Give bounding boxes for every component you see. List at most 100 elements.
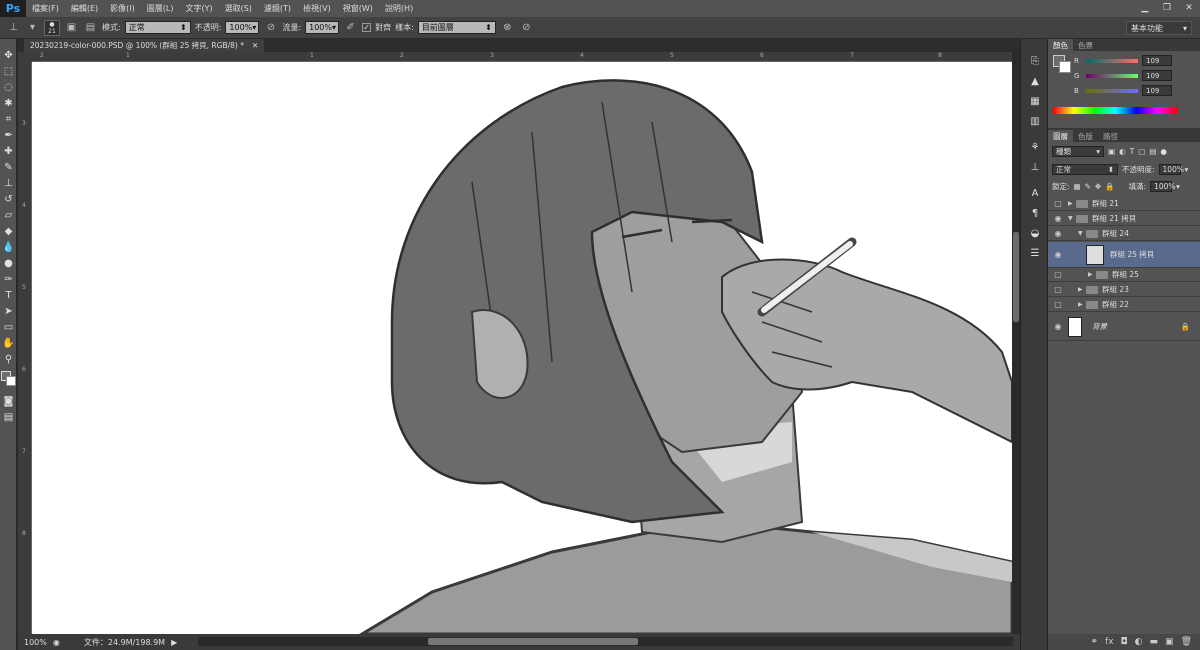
r-slider[interactable]: R 109 bbox=[1074, 55, 1172, 66]
horizontal-scroll-thumb[interactable] bbox=[428, 638, 638, 645]
background-layer-row[interactable]: ◉ 背景 🔒 bbox=[1048, 313, 1200, 341]
expand-arrow-icon[interactable]: ▶ bbox=[1078, 301, 1086, 308]
lock-paint-icon[interactable]: ✎ bbox=[1085, 182, 1091, 191]
clone-source-icon[interactable]: ⊥ bbox=[1021, 157, 1049, 177]
marquee-tool-icon[interactable]: ⬚ bbox=[0, 63, 17, 79]
opacity-field[interactable]: 100% ▾ bbox=[225, 21, 260, 34]
history-brush-tool-icon[interactable]: ↺ bbox=[0, 191, 17, 207]
pen-tool-icon[interactable]: ✑ bbox=[0, 271, 17, 287]
histogram-icon[interactable]: ▲ bbox=[1021, 71, 1049, 91]
layer-row[interactable]: ▢ ▶ 群組 22 bbox=[1048, 298, 1200, 312]
sample-select[interactable]: 目前圖層 ⬍ bbox=[417, 21, 496, 34]
character-icon[interactable]: A bbox=[1021, 183, 1049, 203]
collapse-arrow-icon[interactable]: ▼ bbox=[1078, 230, 1086, 237]
color-background-swatch[interactable] bbox=[1059, 61, 1071, 73]
restore-icon[interactable]: ❐ bbox=[1156, 0, 1178, 15]
tool-presets-icon[interactable]: ◒ bbox=[1021, 223, 1049, 243]
color-spectrum[interactable] bbox=[1053, 107, 1178, 114]
visibility-toggle[interactable]: ▢ bbox=[1048, 300, 1068, 309]
clone-stamp-icon[interactable]: ⊥ bbox=[6, 20, 21, 35]
flow-field[interactable]: 100% ▾ bbox=[305, 21, 340, 34]
menu-window[interactable]: 視窗(W) bbox=[337, 3, 379, 14]
info-icon[interactable]: ◉ bbox=[53, 638, 60, 647]
fx-icon[interactable]: fx bbox=[1105, 637, 1114, 647]
menu-type[interactable]: 文字(Y) bbox=[179, 3, 218, 14]
background-color-swatch[interactable] bbox=[6, 376, 16, 386]
crop-tool-icon[interactable]: ⌗ bbox=[0, 111, 17, 127]
menu-help[interactable]: 說明(H) bbox=[379, 3, 419, 14]
fill-field[interactable]: 100% bbox=[1150, 181, 1176, 192]
collapse-arrow-icon[interactable]: ▼ bbox=[1068, 215, 1076, 222]
dodge-tool-icon[interactable]: ● bbox=[0, 255, 17, 271]
magic-wand-tool-icon[interactable]: ✱ bbox=[0, 95, 17, 111]
tab-swatches[interactable]: 色票 bbox=[1073, 39, 1098, 51]
ignore-adjustment-icon[interactable]: ⊗ bbox=[500, 20, 515, 35]
minimize-icon[interactable]: ▁ bbox=[1134, 0, 1156, 15]
brush-tool-icon[interactable]: ✎ bbox=[0, 159, 17, 175]
vertical-scroll-thumb[interactable] bbox=[1013, 232, 1019, 322]
mode-select[interactable]: 正常 ⬍ bbox=[124, 21, 191, 34]
adjustment-icon[interactable]: ◐ bbox=[1135, 637, 1143, 647]
shape-tool-icon[interactable]: ▭ bbox=[0, 319, 17, 335]
color-swatches[interactable] bbox=[0, 367, 16, 393]
close-icon[interactable]: ✕ bbox=[1178, 0, 1200, 15]
filter-adjust-icon[interactable]: ◐ bbox=[1119, 147, 1126, 156]
filter-image-icon[interactable]: ▣ bbox=[1108, 147, 1115, 156]
tab-paths[interactable]: 路徑 bbox=[1098, 130, 1123, 142]
eye-icon[interactable]: ◉ bbox=[1048, 250, 1068, 259]
brush-preset-picker[interactable]: ● 21 bbox=[44, 19, 60, 36]
menu-filter[interactable]: 濾鏡(T) bbox=[258, 3, 297, 14]
menu-file[interactable]: 檔案(F) bbox=[26, 3, 65, 14]
filter-shape-icon[interactable]: ▢ bbox=[1138, 147, 1145, 156]
eye-icon[interactable]: ◉ bbox=[1048, 229, 1068, 238]
document-tab[interactable]: 20230219-color-000.PSD @ 100% (群組 25 拷貝,… bbox=[24, 39, 265, 52]
vertical-scrollbar[interactable] bbox=[1012, 52, 1020, 634]
layer-row-selected[interactable]: ◉ 群組 25 拷貝 bbox=[1048, 242, 1200, 268]
hand-tool-icon[interactable]: ✋ bbox=[0, 335, 17, 351]
status-menu-arrow-icon[interactable]: ▶ bbox=[171, 638, 177, 647]
layer-row[interactable]: ▢ ▶ 群組 21 bbox=[1048, 197, 1200, 211]
document-canvas[interactable] bbox=[32, 62, 1012, 634]
eye-icon[interactable]: ◉ bbox=[1048, 214, 1068, 223]
filter-type-icon[interactable]: T bbox=[1130, 147, 1135, 156]
path-selection-tool-icon[interactable]: ➤ bbox=[0, 303, 17, 319]
menu-select[interactable]: 選取(S) bbox=[219, 3, 258, 14]
healing-brush-tool-icon[interactable]: ✚ bbox=[0, 143, 17, 159]
expand-arrow-icon[interactable]: ▶ bbox=[1068, 200, 1076, 207]
layer-row[interactable]: ▢ ▶ 群組 25 bbox=[1048, 268, 1200, 282]
properties-icon[interactable]: ▥ bbox=[1021, 111, 1049, 131]
layer-row[interactable]: ▢ ▶ 群組 23 bbox=[1048, 283, 1200, 297]
workspace-select[interactable]: 基本功能 ▾ bbox=[1126, 21, 1192, 35]
move-tool-icon[interactable]: ✥ bbox=[0, 47, 17, 63]
pressure-size-icon[interactable]: ⊘ bbox=[519, 20, 534, 35]
paint-bucket-tool-icon[interactable]: ◆ bbox=[0, 223, 17, 239]
lock-transparent-icon[interactable]: ▦ bbox=[1074, 182, 1081, 191]
expand-arrow-icon[interactable]: ▶ bbox=[1078, 286, 1086, 293]
clone-source-icon[interactable]: ▣ bbox=[64, 20, 79, 35]
blend-mode-select[interactable]: 正常 ⬍ bbox=[1052, 164, 1118, 175]
aligned-checkbox[interactable]: ✓ bbox=[362, 23, 372, 32]
eye-icon[interactable]: ◉ bbox=[1048, 322, 1068, 331]
filter-toggle-icon[interactable]: ● bbox=[1160, 147, 1167, 156]
blur-tool-icon[interactable]: 💧 bbox=[0, 239, 17, 255]
brush-presets-icon[interactable]: ⚘ bbox=[1021, 137, 1049, 157]
pressure-opacity-icon[interactable]: ⊘ bbox=[263, 20, 278, 35]
close-tab-icon[interactable]: ✕ bbox=[252, 41, 258, 50]
visibility-toggle[interactable]: ▢ bbox=[1048, 285, 1068, 294]
tab-color[interactable]: 顏色 bbox=[1048, 39, 1073, 51]
paragraph-icon[interactable]: ¶ bbox=[1021, 203, 1049, 223]
layer-row[interactable]: ◉ ▼ 群組 24 bbox=[1048, 227, 1200, 241]
mask-icon[interactable]: ◘ bbox=[1121, 637, 1128, 647]
expand-arrow-icon[interactable]: ▶ bbox=[1088, 271, 1096, 278]
g-slider[interactable]: G 109 bbox=[1074, 70, 1172, 81]
brush-panel-icon[interactable]: ▤ bbox=[83, 20, 98, 35]
b-slider[interactable]: B 109 bbox=[1074, 85, 1172, 96]
history-icon[interactable]: ⎘ bbox=[1021, 51, 1049, 71]
menu-edit[interactable]: 編輯(E) bbox=[65, 3, 104, 14]
tab-channels[interactable]: 色版 bbox=[1073, 130, 1098, 142]
zoom-level[interactable]: 100% bbox=[24, 638, 47, 647]
layer-opacity-field[interactable]: 100% bbox=[1158, 164, 1184, 175]
visibility-toggle[interactable]: ▢ bbox=[1048, 199, 1068, 208]
layer-row[interactable]: ◉ ▼ 群組 21 拷貝 bbox=[1048, 212, 1200, 226]
quick-mask-icon[interactable]: ◙ bbox=[0, 393, 17, 409]
